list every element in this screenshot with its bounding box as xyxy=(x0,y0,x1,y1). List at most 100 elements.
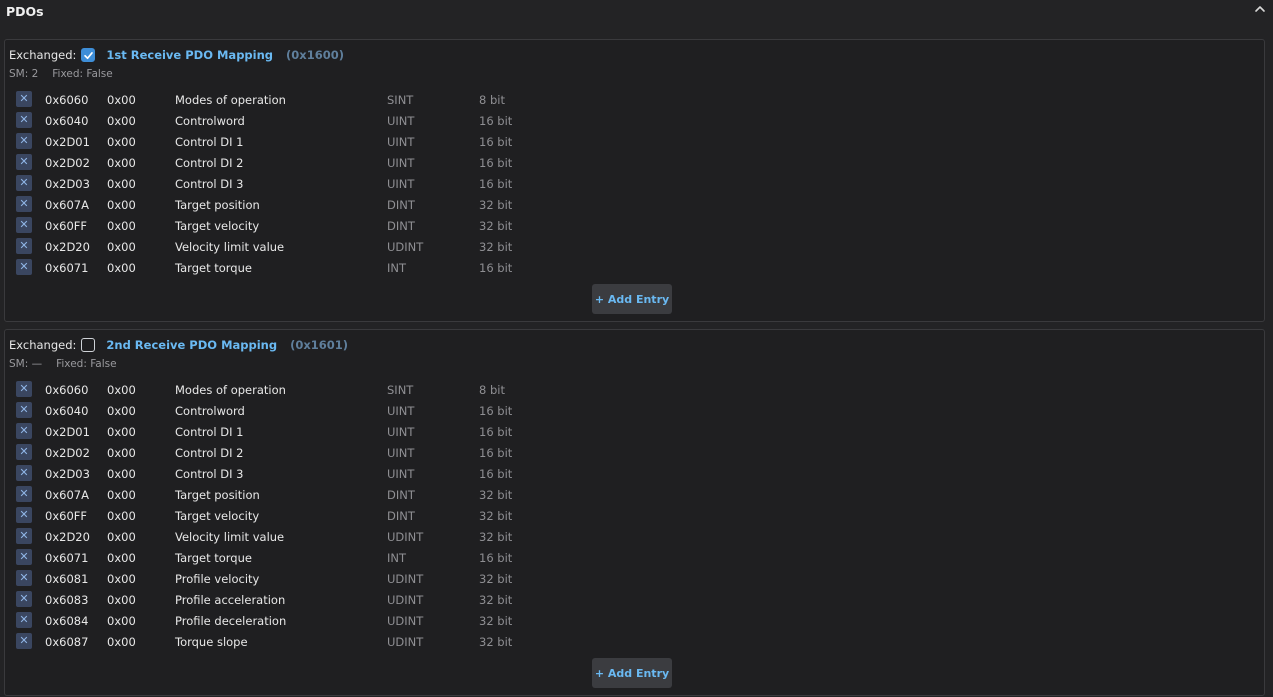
pdo-panel-1600: Exchanged: 1st Receive PDO Mapping (0x16… xyxy=(4,39,1265,322)
remove-entry-icon[interactable]: ✕ xyxy=(16,633,32,649)
remove-entry-icon[interactable]: ✕ xyxy=(16,444,32,460)
entry-bit-length: 16 bit xyxy=(479,446,513,460)
remove-entry-icon[interactable]: ✕ xyxy=(16,196,32,212)
entry-index: 0x6083 xyxy=(45,593,89,607)
remove-entry-icon[interactable]: ✕ xyxy=(16,465,32,481)
entry-subindex: 0x00 xyxy=(107,219,136,233)
remove-entry-icon[interactable]: ✕ xyxy=(16,91,32,107)
entry-subindex: 0x00 xyxy=(107,593,136,607)
entry-type: UDINT xyxy=(387,240,424,254)
entry-type: UDINT xyxy=(387,614,424,628)
entry-name: Target torque xyxy=(175,261,252,275)
entry-row: ✕ 0x6084 0x00 Profile deceleration UDINT 32 b… xyxy=(16,611,536,632)
entry-bit-length: 32 bit xyxy=(479,219,513,233)
entry-bit-length: 8 bit xyxy=(479,383,505,397)
entry-bit-length: 32 bit xyxy=(479,198,513,212)
remove-entry-icon[interactable]: ✕ xyxy=(16,175,32,191)
remove-entry-icon[interactable]: ✕ xyxy=(16,154,32,170)
fixed-value: Fixed: False xyxy=(56,358,117,370)
entry-type: DINT xyxy=(387,509,415,523)
entry-subindex: 0x00 xyxy=(107,261,136,275)
pdo-panel-1601: Exchanged: 2nd Receive PDO Mapping (0x16… xyxy=(4,329,1265,696)
remove-entry-icon[interactable]: ✕ xyxy=(16,423,32,439)
chevron-up-icon[interactable] xyxy=(1253,2,1267,16)
remove-entry-icon[interactable]: ✕ xyxy=(16,381,32,397)
entry-index: 0x2D02 xyxy=(45,446,90,460)
entry-index: 0x60FF xyxy=(45,219,87,233)
entry-index: 0x6040 xyxy=(45,114,89,128)
entry-index: 0x2D20 xyxy=(45,240,90,254)
entry-subindex: 0x00 xyxy=(107,177,136,191)
section-title: PDOs xyxy=(6,4,44,19)
entry-row: ✕ 0x60FF 0x00 Target velocity DINT 32 bit xyxy=(16,216,536,237)
entry-row: ✕ 0x6081 0x00 Profile velocity UDINT 32 bit xyxy=(16,569,536,590)
entry-type: UDINT xyxy=(387,635,424,649)
entry-name: Profile acceleration xyxy=(175,593,286,607)
remove-entry-icon[interactable]: ✕ xyxy=(16,507,32,523)
entry-bit-length: 16 bit xyxy=(479,177,513,191)
remove-entry-icon[interactable]: ✕ xyxy=(16,402,32,418)
entry-index: 0x6040 xyxy=(45,404,89,418)
remove-entry-icon[interactable]: ✕ xyxy=(16,591,32,607)
remove-entry-icon[interactable]: ✕ xyxy=(16,133,32,149)
entry-name: Controlword xyxy=(175,114,245,128)
entry-type: UINT xyxy=(387,114,415,128)
entry-bit-length: 32 bit xyxy=(479,635,513,649)
entry-bit-length: 32 bit xyxy=(479,572,513,586)
entry-row: ✕ 0x6071 0x00 Target torque INT 16 bit xyxy=(16,258,536,279)
entry-index: 0x2D03 xyxy=(45,467,90,481)
entry-index: 0x2D20 xyxy=(45,530,90,544)
entry-bit-length: 16 bit xyxy=(479,404,513,418)
entry-row: ✕ 0x6083 0x00 Profile acceleration UDINT 32 b… xyxy=(16,590,536,611)
exchanged-checkbox[interactable] xyxy=(81,338,96,352)
entry-subindex: 0x00 xyxy=(107,93,136,107)
remove-entry-icon[interactable]: ✕ xyxy=(16,528,32,544)
entry-name: Torque slope xyxy=(175,635,248,649)
pdo-name: 1st Receive PDO Mapping xyxy=(106,48,274,62)
entry-name: Velocity limit value xyxy=(175,240,285,254)
entry-bit-length: 16 bit xyxy=(479,135,513,149)
remove-entry-icon[interactable]: ✕ xyxy=(16,570,32,586)
entry-row: ✕ 0x2D03 0x00 Control DI 3 UINT 16 bit xyxy=(16,174,536,195)
entry-row: ✕ 0x6060 0x00 Modes of operation SINT 8 bit xyxy=(16,90,536,111)
entry-name: Control DI 2 xyxy=(175,156,244,170)
entry-name: Target velocity xyxy=(175,219,260,233)
remove-entry-icon[interactable]: ✕ xyxy=(16,217,32,233)
remove-entry-icon[interactable]: ✕ xyxy=(16,259,32,275)
entry-subindex: 0x00 xyxy=(107,404,136,418)
entry-name: Modes of operation xyxy=(175,93,286,107)
entry-subindex: 0x00 xyxy=(107,383,136,397)
entry-name: Target velocity xyxy=(175,509,260,523)
entry-bit-length: 16 bit xyxy=(479,156,513,170)
entry-row: ✕ 0x6087 0x00 Torque slope UDINT 32 bit xyxy=(16,632,536,653)
entry-name: Control DI 1 xyxy=(175,135,244,149)
entry-type: SINT xyxy=(387,383,414,397)
entry-index: 0x6071 xyxy=(45,261,89,275)
remove-entry-icon[interactable]: ✕ xyxy=(16,112,32,128)
entry-name: Controlword xyxy=(175,404,245,418)
entry-name: Control DI 2 xyxy=(175,446,244,460)
entry-list: ✕ 0x6060 0x00 Modes of operation SINT 8 bit ✕ 0… xyxy=(16,90,536,279)
add-entry-button[interactable]: + Add Entry xyxy=(592,284,672,314)
entry-name: Target position xyxy=(175,198,260,212)
entry-index: 0x607A xyxy=(45,488,89,502)
remove-entry-icon[interactable]: ✕ xyxy=(16,238,32,254)
remove-entry-icon[interactable]: ✕ xyxy=(16,486,32,502)
entry-name: Control DI 1 xyxy=(175,425,244,439)
entry-type: UINT xyxy=(387,156,415,170)
pdo-panel-header: Exchanged: 2nd Receive PDO Mapping (0x16… xyxy=(9,337,348,353)
entry-row: ✕ 0x2D01 0x00 Control DI 1 UINT 16 bit xyxy=(16,422,536,443)
entry-index: 0x2D01 xyxy=(45,425,90,439)
exchanged-checkbox[interactable] xyxy=(81,48,96,62)
entry-index: 0x60FF xyxy=(45,509,87,523)
entry-type: UINT xyxy=(387,177,415,191)
add-entry-button[interactable]: + Add Entry xyxy=(592,658,672,688)
entry-type: DINT xyxy=(387,198,415,212)
entry-row: ✕ 0x2D20 0x00 Velocity limit value UDINT 32 b… xyxy=(16,237,536,258)
remove-entry-icon[interactable]: ✕ xyxy=(16,549,32,565)
remove-entry-icon[interactable]: ✕ xyxy=(16,612,32,628)
sm-value: SM: — xyxy=(9,358,43,370)
entry-row: ✕ 0x2D02 0x00 Control DI 2 UINT 16 bit xyxy=(16,153,536,174)
entry-index: 0x6060 xyxy=(45,93,89,107)
entry-type: UDINT xyxy=(387,530,424,544)
